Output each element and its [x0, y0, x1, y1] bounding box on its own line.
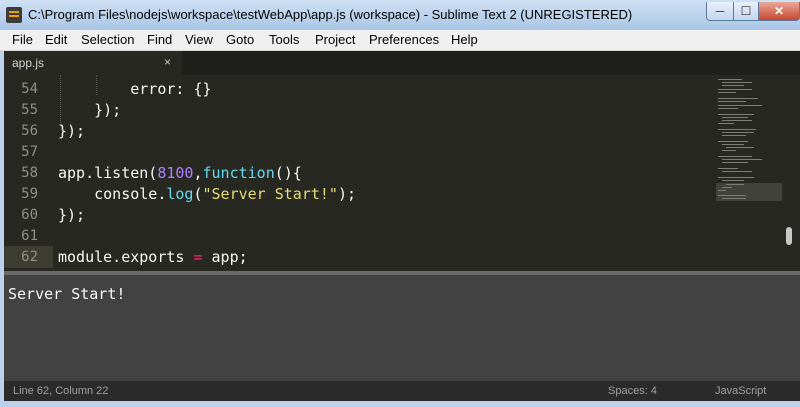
- maximize-button[interactable]: ☐: [733, 2, 759, 21]
- tab-bar: app.js ×: [4, 51, 800, 75]
- code-editor[interactable]: 54 55 56 57 58 59 60 61 62 error: {} });…: [4, 75, 800, 271]
- menu-edit[interactable]: Edit: [45, 32, 67, 47]
- menu-tools[interactable]: Tools: [269, 32, 299, 47]
- line-number: 54: [21, 81, 38, 97]
- menu-view[interactable]: View: [185, 32, 213, 47]
- sublime-app-icon: [6, 7, 22, 23]
- code-line: module.exports = app;: [58, 248, 248, 266]
- line-number: 57: [21, 144, 38, 160]
- menu-help[interactable]: Help: [451, 32, 478, 47]
- tab-close-icon[interactable]: ×: [164, 55, 171, 69]
- code-line: app.listen(8100,function(){: [58, 164, 302, 182]
- indentation-setting[interactable]: Spaces: 4: [608, 385, 657, 397]
- sublime-window: C:\Program Files\nodejs\workspace\testWe…: [0, 0, 800, 407]
- menu-goto[interactable]: Goto: [226, 32, 254, 47]
- tab-label: app.js: [12, 56, 45, 70]
- line-number: 56: [21, 123, 38, 139]
- line-number: 59: [21, 186, 38, 202]
- window-title: C:\Program Files\nodejs\workspace\testWe…: [28, 7, 633, 22]
- menu-preferences[interactable]: Preferences: [369, 32, 439, 47]
- menu-selection[interactable]: Selection: [81, 32, 134, 47]
- code-line: });: [58, 122, 86, 140]
- cursor-position: Line 62, Column 22: [13, 385, 109, 397]
- minimap[interactable]: [716, 75, 784, 271]
- code-line: console.log("Server Start!");: [58, 185, 357, 203]
- line-number: 62: [21, 249, 38, 265]
- status-bar: Line 62, Column 22 Spaces: 4 JavaScript: [4, 381, 800, 401]
- code-line: error: {}: [58, 80, 212, 98]
- tab-app-js[interactable]: app.js ×: [4, 51, 182, 75]
- menu-project[interactable]: Project: [315, 32, 355, 47]
- code-line: });: [58, 101, 122, 119]
- console-panel[interactable]: Server Start!: [4, 271, 800, 385]
- line-number: 58: [21, 165, 38, 181]
- minimize-button[interactable]: ─: [706, 2, 734, 21]
- vertical-scrollbar-thumb[interactable]: [786, 227, 792, 245]
- menu-bar: File Edit Selection Find View Goto Tools…: [0, 30, 800, 51]
- line-number: 55: [21, 102, 38, 118]
- line-number-gutter: 54 55 56 57 58 59 60 61 62: [4, 75, 52, 271]
- line-number: 60: [21, 207, 38, 223]
- menu-find[interactable]: Find: [147, 32, 172, 47]
- syntax-mode[interactable]: JavaScript: [715, 385, 766, 397]
- line-number: 61: [21, 228, 38, 244]
- close-button[interactable]: ✕: [758, 2, 800, 21]
- console-output: Server Start!: [8, 285, 126, 303]
- window-frame-bottom: [0, 401, 800, 407]
- title-bar[interactable]: C:\Program Files\nodejs\workspace\testWe…: [0, 0, 800, 30]
- menu-file[interactable]: File: [12, 32, 33, 47]
- code-line: });: [58, 206, 86, 224]
